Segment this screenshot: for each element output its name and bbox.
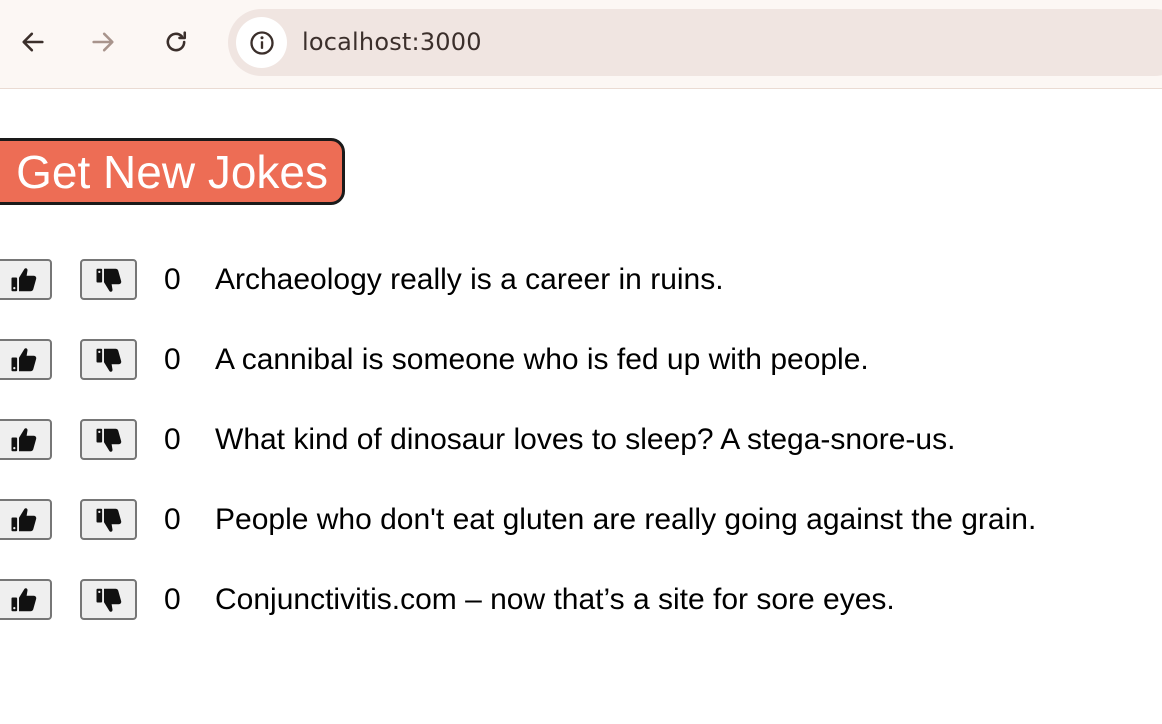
arrow-right-icon (92, 32, 114, 52)
downvote-button[interactable] (80, 339, 137, 380)
upvote-button[interactable] (0, 419, 52, 460)
thumbs-down-icon (94, 585, 124, 615)
joke-text: Conjunctivitis.com – now that’s a site f… (215, 583, 895, 616)
joke-row: 0 People who don't eat gluten are really… (0, 499, 1162, 543)
joke-row: 0 What kind of dinosaur loves to sleep? … (0, 419, 1162, 463)
downvote-button[interactable] (80, 419, 137, 460)
thumbs-down-icon (94, 265, 124, 295)
upvote-button[interactable] (0, 339, 52, 380)
thumbs-up-icon (9, 425, 39, 455)
site-info-button[interactable] (236, 17, 287, 68)
arrow-left-icon (22, 32, 44, 52)
downvote-button[interactable] (80, 499, 137, 540)
joke-score: 0 (164, 423, 181, 456)
downvote-button[interactable] (80, 259, 137, 300)
forward-button[interactable] (83, 22, 123, 62)
back-button[interactable] (13, 22, 53, 62)
address-bar[interactable]: localhost:3000 (228, 9, 1162, 76)
upvote-button[interactable] (0, 579, 52, 620)
thumbs-up-icon (9, 505, 39, 535)
upvote-button[interactable] (0, 259, 52, 300)
joke-score: 0 (164, 503, 181, 536)
joke-row: 0 Conjunctivitis.com – now that’s a site… (0, 579, 1162, 623)
joke-text: People who don't eat gluten are really g… (215, 503, 1037, 536)
thumbs-up-icon (9, 345, 39, 375)
get-new-jokes-button[interactable]: Get New Jokes (0, 138, 345, 205)
downvote-button[interactable] (80, 579, 137, 620)
thumbs-down-icon (94, 425, 124, 455)
reload-button[interactable] (156, 22, 196, 62)
joke-text: What kind of dinosaur loves to sleep? A … (215, 423, 956, 456)
reload-icon (166, 31, 187, 52)
upvote-button[interactable] (0, 499, 52, 540)
thumbs-down-icon (94, 505, 124, 535)
joke-row: 0 A cannibal is someone who is fed up wi… (0, 339, 1162, 383)
joke-score: 0 (164, 583, 181, 616)
thumbs-down-icon (94, 345, 124, 375)
browser-toolbar: localhost:3000 (0, 0, 1162, 89)
thumbs-up-icon (9, 585, 39, 615)
thumbs-up-icon (9, 265, 39, 295)
joke-score: 0 (164, 263, 181, 296)
info-icon (249, 30, 274, 55)
url-text[interactable]: localhost:3000 (302, 28, 482, 56)
joke-row: 0 Archaeology really is a career in ruin… (0, 259, 1162, 303)
joke-score: 0 (164, 343, 181, 376)
joke-text: Archaeology really is a career in ruins. (215, 263, 724, 296)
joke-text: A cannibal is someone who is fed up with… (215, 343, 869, 376)
